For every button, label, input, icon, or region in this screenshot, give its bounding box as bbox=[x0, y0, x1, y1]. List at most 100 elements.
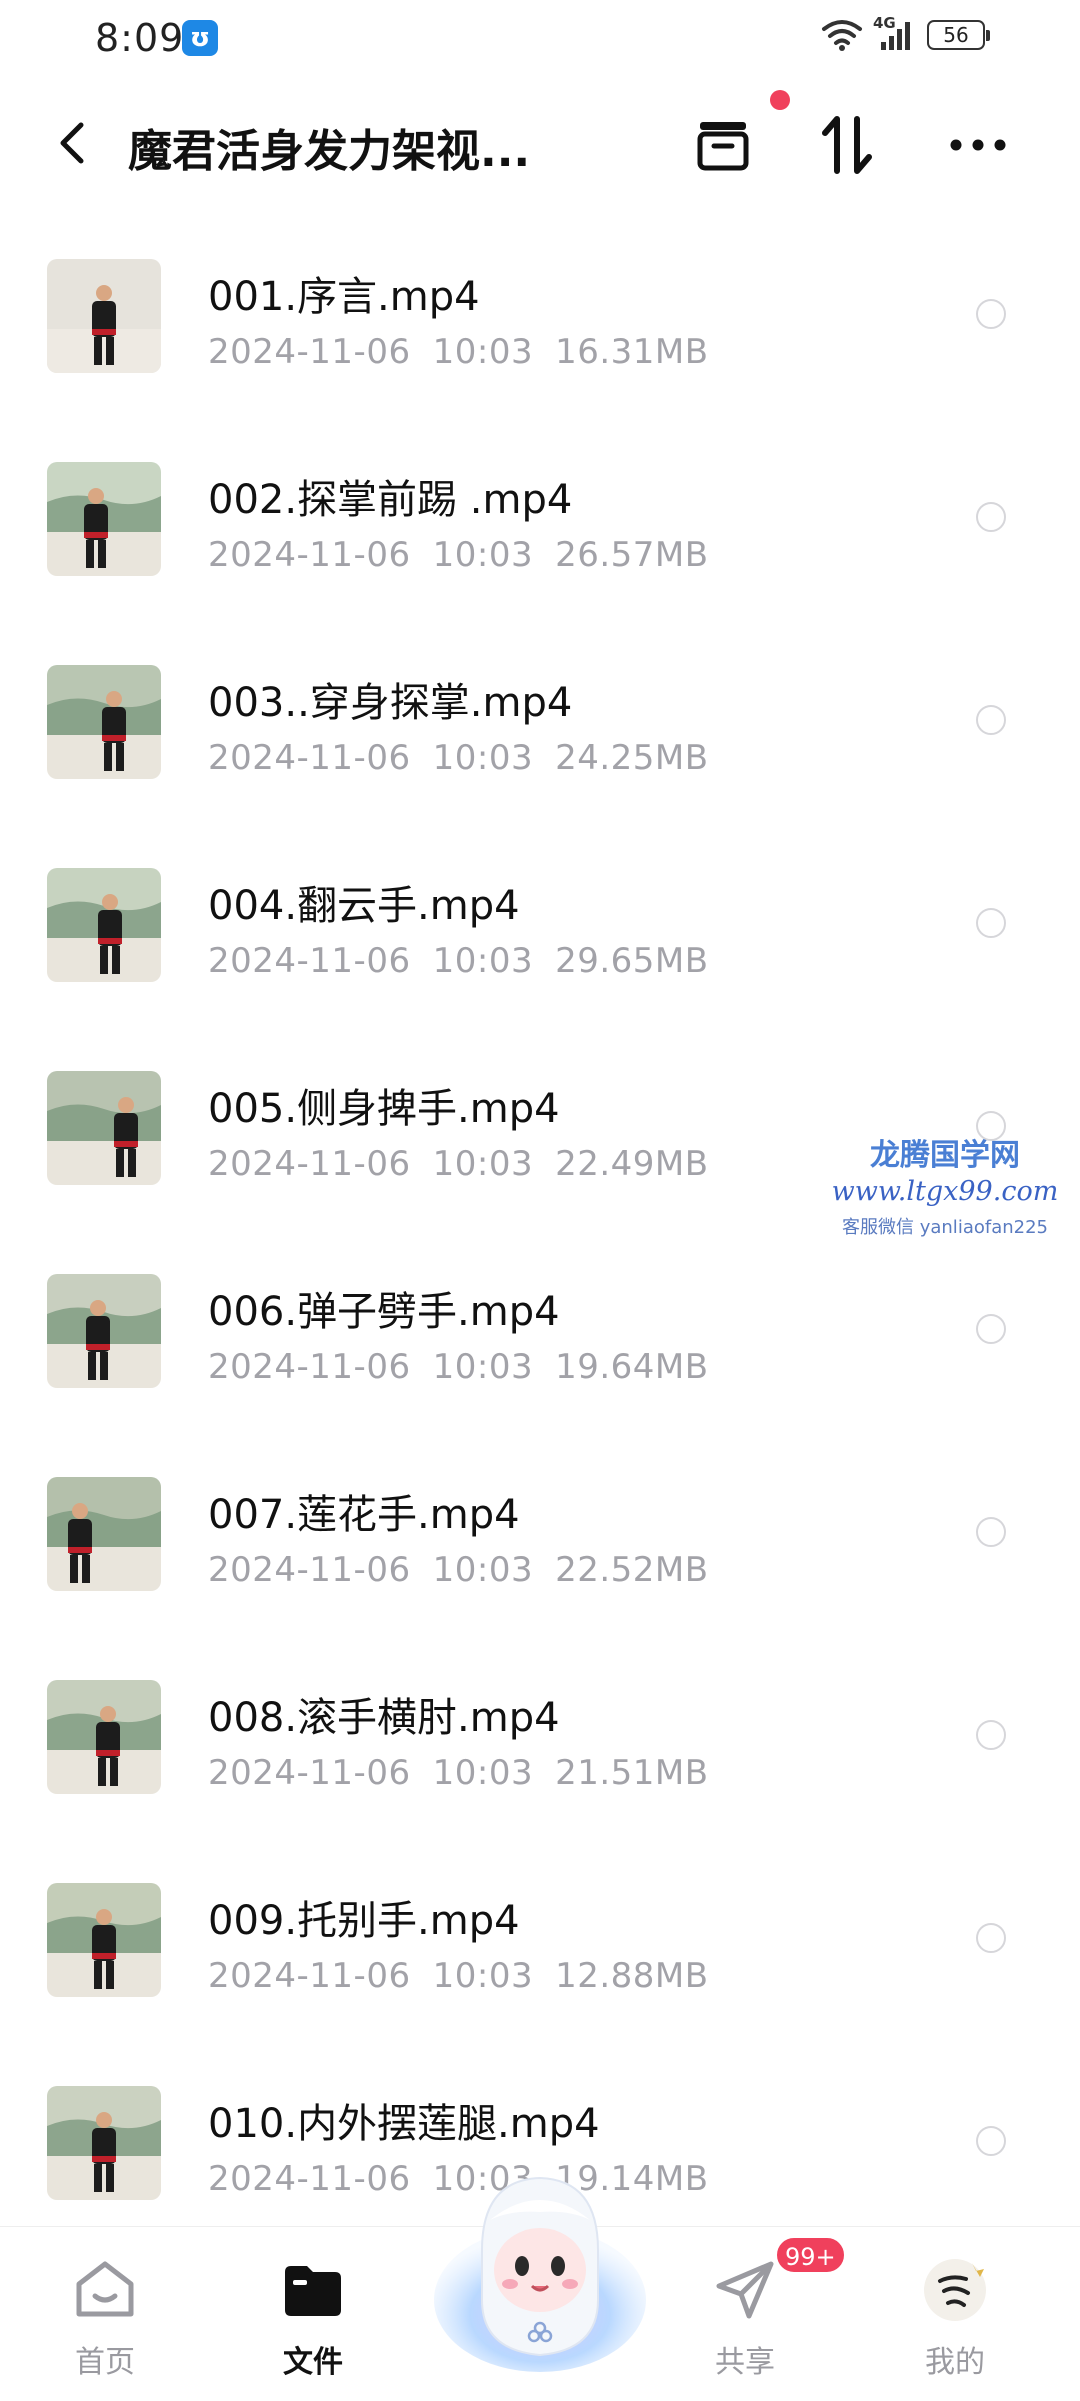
sort-button[interactable] bbox=[810, 107, 886, 183]
file-size: 19.64MB bbox=[555, 1347, 709, 1387]
status-time: 8:09 bbox=[95, 16, 185, 60]
file-row[interactable]: 001.序言.mp4 2024-11-06 10:03 16.31MB bbox=[0, 232, 1080, 435]
app-notification-icon: ʊ bbox=[182, 20, 218, 56]
file-size: 22.52MB bbox=[555, 1550, 709, 1590]
file-row[interactable]: 007.莲花手.mp4 2024-11-06 10:03 22.52MB bbox=[0, 1450, 1080, 1653]
file-meta: 2024-11-06 10:03 26.57MB bbox=[208, 535, 709, 575]
file-date: 2024-11-06 bbox=[208, 941, 411, 981]
file-meta: 2024-11-06 10:03 16.31MB bbox=[208, 332, 709, 372]
file-date: 2024-11-06 bbox=[208, 1753, 411, 1793]
file-size: 16.31MB bbox=[555, 332, 709, 372]
select-checkbox[interactable] bbox=[976, 299, 1006, 329]
file-name: 009.托别手.mp4 bbox=[208, 1898, 520, 1944]
page-title: 魔君活身发力架视... bbox=[128, 126, 531, 177]
file-time: 10:03 bbox=[432, 1956, 534, 1996]
video-thumbnail bbox=[47, 1883, 161, 1997]
file-meta: 2024-11-06 10:03 19.64MB bbox=[208, 1347, 709, 1387]
file-row[interactable]: 002.探掌前踢 .mp4 2024-11-06 10:03 26.57MB bbox=[0, 435, 1080, 638]
file-time: 10:03 bbox=[432, 1347, 534, 1387]
file-name: 001.序言.mp4 bbox=[208, 274, 480, 320]
file-time: 10:03 bbox=[432, 941, 534, 981]
file-date: 2024-11-06 bbox=[208, 738, 411, 778]
file-meta: 2024-11-06 10:03 29.65MB bbox=[208, 941, 709, 981]
file-meta: 2024-11-06 10:03 21.51MB bbox=[208, 1753, 709, 1793]
share-icon bbox=[716, 2261, 774, 2319]
file-meta: 2024-11-06 10:03 12.88MB bbox=[208, 1956, 709, 1996]
back-button[interactable] bbox=[42, 113, 102, 173]
select-checkbox[interactable] bbox=[976, 705, 1006, 735]
more-options-button[interactable] bbox=[940, 107, 1016, 183]
select-checkbox[interactable] bbox=[976, 1720, 1006, 1750]
file-size: 24.25MB bbox=[555, 738, 709, 778]
file-meta: 2024-11-06 10:03 24.25MB bbox=[208, 738, 709, 778]
select-checkbox[interactable] bbox=[976, 1923, 1006, 1953]
nav-home[interactable]: 首页 bbox=[40, 2257, 170, 2381]
select-checkbox[interactable] bbox=[976, 2126, 1006, 2156]
share-badge: 99+ bbox=[775, 2236, 846, 2274]
file-time: 10:03 bbox=[432, 1144, 534, 1184]
select-checkbox[interactable] bbox=[976, 502, 1006, 532]
nav-share[interactable]: 共享 bbox=[680, 2257, 810, 2381]
file-name: 006.弹子劈手.mp4 bbox=[208, 1289, 560, 1335]
video-thumbnail bbox=[47, 665, 161, 779]
home-icon bbox=[76, 2261, 134, 2317]
file-date: 2024-11-06 bbox=[208, 2159, 411, 2199]
file-meta: 2024-11-06 10:03 22.49MB bbox=[208, 1144, 709, 1184]
inbox-button[interactable] bbox=[685, 107, 761, 183]
file-row[interactable]: 003..穿身探掌.mp4 2024-11-06 10:03 24.25MB bbox=[0, 638, 1080, 841]
file-list: 001.序言.mp4 2024-11-06 10:03 16.31MB 002.探掌… bbox=[0, 232, 1080, 2262]
select-checkbox[interactable] bbox=[976, 1517, 1006, 1547]
video-thumbnail bbox=[47, 1071, 161, 1185]
nav-profile-label: 我的 bbox=[925, 2345, 985, 2380]
file-row[interactable]: 004.翻云手.mp4 2024-11-06 10:03 29.65MB bbox=[0, 841, 1080, 1044]
wifi-icon bbox=[822, 20, 862, 51]
file-row[interactable]: 008.滚手横肘.mp4 2024-11-06 10:03 21.51MB bbox=[0, 1653, 1080, 1856]
cellular-signal-icon: 4G bbox=[873, 14, 917, 52]
file-date: 2024-11-06 bbox=[208, 1144, 411, 1184]
file-time: 10:03 bbox=[432, 535, 534, 575]
file-date: 2024-11-06 bbox=[208, 1550, 411, 1590]
video-thumbnail bbox=[47, 2086, 161, 2200]
file-time: 10:03 bbox=[432, 1753, 534, 1793]
video-thumbnail-image bbox=[47, 1477, 161, 1591]
file-size: 29.65MB bbox=[555, 941, 709, 981]
file-name: 004.翻云手.mp4 bbox=[208, 883, 520, 929]
video-thumbnail-image bbox=[47, 462, 161, 576]
select-checkbox[interactable] bbox=[976, 1314, 1006, 1344]
file-size: 26.57MB bbox=[555, 535, 709, 575]
file-size: 22.49MB bbox=[555, 1144, 709, 1184]
notification-dot bbox=[770, 90, 790, 110]
video-thumbnail-image bbox=[47, 1883, 161, 1997]
nav-profile[interactable]: 我的 bbox=[890, 2257, 1020, 2381]
video-thumbnail bbox=[47, 1680, 161, 1794]
file-name: 008.滚手横肘.mp4 bbox=[208, 1695, 560, 1741]
sort-icon bbox=[822, 116, 872, 174]
status-indicators: 4G 56 bbox=[821, 14, 990, 52]
video-thumbnail bbox=[47, 868, 161, 982]
file-name: 005.侧身捭手.mp4 bbox=[208, 1086, 560, 1132]
video-thumbnail-image bbox=[47, 1071, 161, 1185]
video-thumbnail-image bbox=[47, 665, 161, 779]
avatar bbox=[924, 2259, 986, 2321]
more-icon bbox=[950, 139, 1006, 151]
file-row[interactable]: 006.弹子劈手.mp4 2024-11-06 10:03 19.64MB bbox=[0, 1247, 1080, 1450]
watermark: 龙腾国学网 www.ltgx99.com 客服微信 yanliaofan225 bbox=[820, 1130, 1070, 1239]
file-name: 007.莲花手.mp4 bbox=[208, 1492, 520, 1538]
file-name: 002.探掌前踢 .mp4 bbox=[208, 477, 573, 523]
file-size: 21.51MB bbox=[555, 1753, 709, 1793]
file-name: 003..穿身探掌.mp4 bbox=[208, 680, 573, 726]
file-row[interactable]: 009.托别手.mp4 2024-11-06 10:03 12.88MB bbox=[0, 1856, 1080, 2059]
video-thumbnail-image bbox=[47, 2086, 161, 2200]
back-icon bbox=[60, 122, 84, 164]
select-checkbox[interactable] bbox=[976, 908, 1006, 938]
battery-icon: 56 bbox=[927, 20, 990, 50]
video-thumbnail bbox=[47, 1477, 161, 1591]
header: 魔君活身发力架视... bbox=[0, 95, 1080, 205]
video-thumbnail bbox=[47, 462, 161, 576]
nav-files[interactable]: 文件 bbox=[248, 2257, 378, 2381]
file-time: 10:03 bbox=[432, 1550, 534, 1590]
video-thumbnail bbox=[47, 259, 161, 373]
mascot-assistant-button[interactable] bbox=[430, 2150, 650, 2380]
file-name: 010.内外摆莲腿.mp4 bbox=[208, 2101, 600, 2147]
status-bar: 8:09 ʊ 4G 56 bbox=[0, 0, 1080, 78]
